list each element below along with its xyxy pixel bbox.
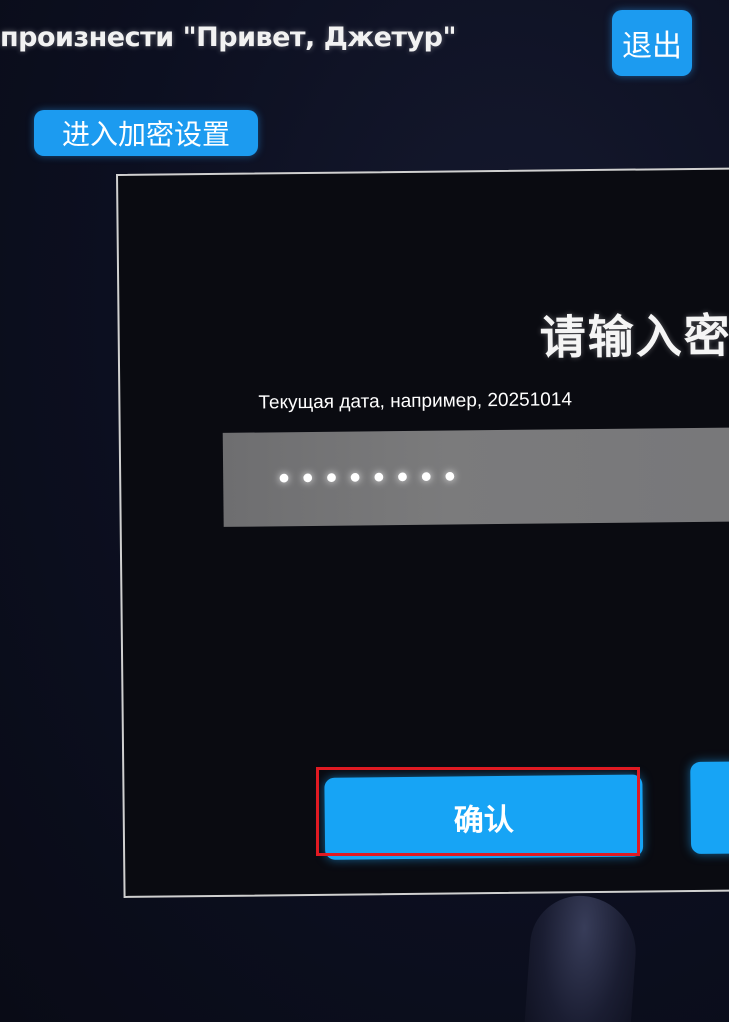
exit-button[interactable]: 退出 (612, 10, 692, 76)
cancel-button[interactable] (690, 760, 729, 855)
voice-hint-text: произнести "Привет, Джетур" (0, 22, 457, 53)
password-masked-value: •••••••• (275, 459, 465, 497)
encrypt-settings-button[interactable]: 进入加密设置 (34, 110, 258, 156)
confirm-button[interactable]: 确认 (324, 774, 644, 860)
car-screen: произнести "Привет, Джетур" 退出 进入加密设置 请输… (0, 0, 729, 1022)
password-input[interactable]: •••••••• (222, 427, 729, 527)
password-dialog: 请输入密码 Текущая дата, например, 20251014 •… (116, 167, 729, 898)
finger (522, 892, 640, 1022)
dialog-title: 请输入密码 (539, 308, 729, 365)
password-hint-text: Текущая дата, например, 20251014 (258, 389, 573, 414)
